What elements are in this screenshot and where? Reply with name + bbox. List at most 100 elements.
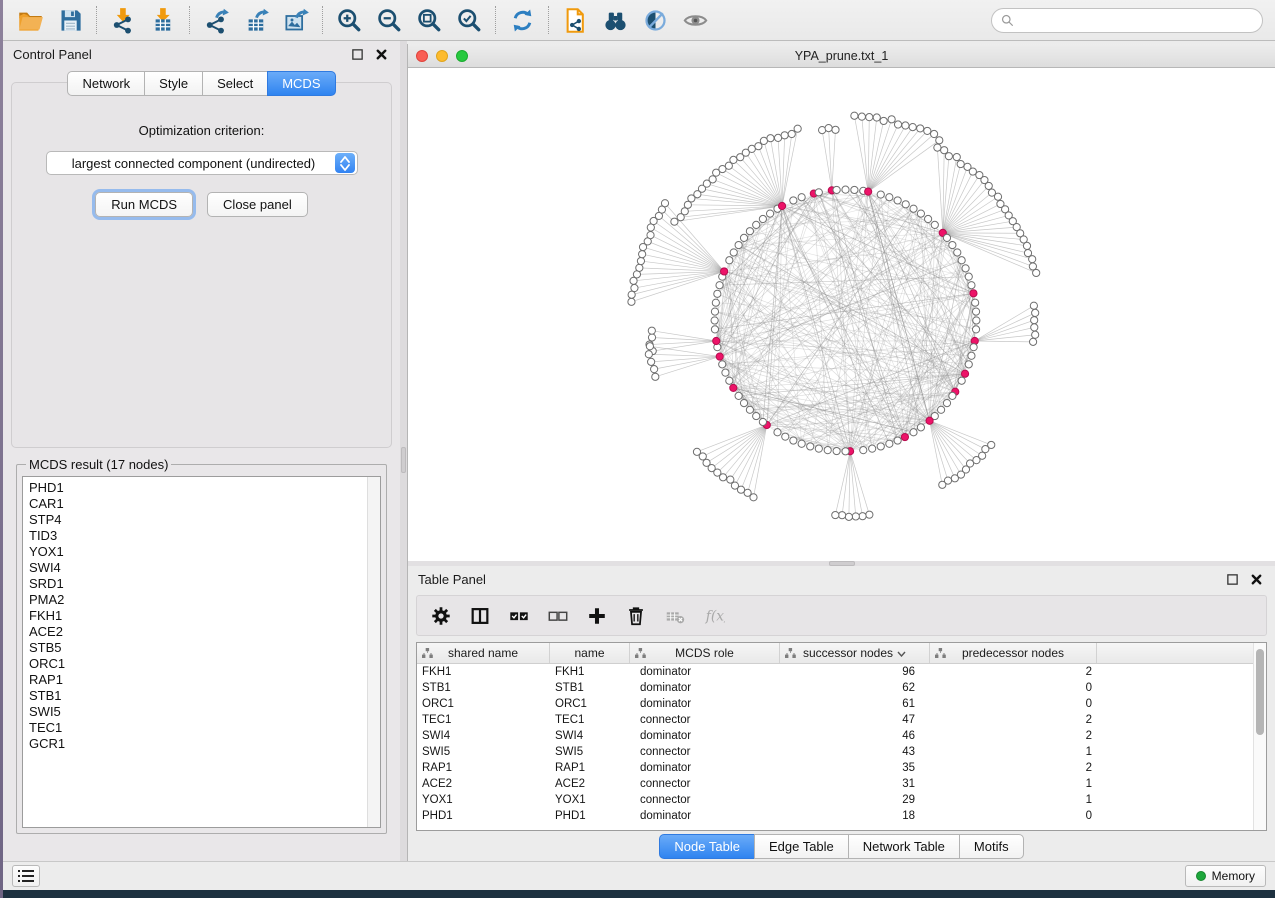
vertical-splitter[interactable] xyxy=(400,41,407,861)
horizontal-splitter[interactable] xyxy=(407,561,1275,566)
deselect-all-checkboxes-icon[interactable] xyxy=(546,604,570,628)
column-header-predecessor-nodes[interactable]: predecessor nodes xyxy=(930,643,1097,663)
mcds-result-item[interactable]: YOX1 xyxy=(29,544,380,560)
optimization-criterion-label: Optimization criterion: xyxy=(139,123,265,138)
open-folder-icon[interactable] xyxy=(15,5,45,35)
mcds-result-item[interactable]: RAP1 xyxy=(29,672,380,688)
zoom-selected-icon[interactable] xyxy=(454,5,484,35)
tab-node-table[interactable]: Node Table xyxy=(659,834,754,859)
table-row[interactable]: TEC1TEC1connector472 xyxy=(417,712,1253,728)
run-mcds-button[interactable]: Run MCDS xyxy=(95,192,193,217)
mcds-result-item[interactable]: TID3 xyxy=(29,528,380,544)
hide-graphics-detail-icon[interactable] xyxy=(640,5,670,35)
cell-MCDS-role: dominator xyxy=(630,810,780,822)
float-table-panel-icon[interactable] xyxy=(1223,570,1241,588)
table-row[interactable]: FKH1FKH1dominator962 xyxy=(417,664,1253,680)
main-area: Control Panel NetworkStyleSelectMCDS Opt… xyxy=(3,41,1275,861)
mcds-result-item[interactable]: SWI4 xyxy=(29,560,380,576)
cell-name: SWI4 xyxy=(550,730,630,742)
mcds-result-item[interactable]: STP4 xyxy=(29,512,380,528)
cell-shared-name: TEC1 xyxy=(417,714,550,726)
window-close-icon[interactable] xyxy=(416,50,428,62)
mcds-result-item[interactable]: ORC1 xyxy=(29,656,380,672)
function-builder-disabled-icon[interactable]: f(x) xyxy=(702,604,726,628)
table-row[interactable]: ORC1ORC1dominator610 xyxy=(417,696,1253,712)
table-row[interactable]: PHD1PHD1dominator180 xyxy=(417,808,1253,824)
table-row[interactable]: SWI5SWI5connector431 xyxy=(417,744,1253,760)
mcds-result-item[interactable]: CAR1 xyxy=(29,496,380,512)
cell-predecessor-nodes: 2 xyxy=(930,714,1097,726)
close-panel-icon[interactable] xyxy=(372,45,390,63)
gear-icon[interactable] xyxy=(429,604,453,628)
cell-predecessor-nodes: 2 xyxy=(930,730,1097,742)
zoom-fit-icon[interactable] xyxy=(414,5,444,35)
horizontal-splitter-handle[interactable] xyxy=(829,561,855,566)
zoom-in-icon[interactable] xyxy=(334,5,364,35)
mcds-result-item[interactable]: TEC1 xyxy=(29,720,380,736)
vertical-splitter-handle[interactable] xyxy=(401,447,406,473)
mcds-result-item[interactable]: STB5 xyxy=(29,640,380,656)
export-table-icon[interactable] xyxy=(241,5,271,35)
close-table-panel-icon[interactable] xyxy=(1247,570,1265,588)
window-zoom-icon[interactable] xyxy=(456,50,468,62)
add-column-icon[interactable] xyxy=(585,604,609,628)
tab-motifs[interactable]: Motifs xyxy=(959,834,1024,859)
mcds-result-item[interactable]: STB1 xyxy=(29,688,380,704)
table-scrollbar-thumb[interactable] xyxy=(1256,649,1264,735)
select-all-checkboxes-icon[interactable] xyxy=(507,604,531,628)
mcds-result-item[interactable]: SRD1 xyxy=(29,576,380,592)
mcds-result-item[interactable]: GCR1 xyxy=(29,736,380,752)
memory-button[interactable]: Memory xyxy=(1185,865,1266,887)
shared-column-icon xyxy=(635,647,646,661)
table-row[interactable]: STB1STB1dominator620 xyxy=(417,680,1253,696)
close-panel-button[interactable]: Close panel xyxy=(207,192,308,217)
search-box[interactable] xyxy=(991,8,1263,33)
tab-network[interactable]: Network xyxy=(67,71,144,96)
export-image-icon[interactable] xyxy=(281,5,311,35)
delete-column-icon[interactable] xyxy=(624,604,648,628)
cell-predecessor-nodes: 1 xyxy=(930,746,1097,758)
chevron-down-icon[interactable] xyxy=(897,646,906,660)
tab-network-table[interactable]: Network Table xyxy=(848,834,959,859)
optimization-criterion-select[interactable]: largest connected component (undirected) xyxy=(46,151,358,175)
mcds-result-item[interactable]: ACE2 xyxy=(29,624,380,640)
network-canvas[interactable] xyxy=(408,68,1275,561)
network-view[interactable] xyxy=(408,68,1275,561)
export-network-icon[interactable] xyxy=(201,5,231,35)
column-header-name[interactable]: name xyxy=(550,643,630,663)
mcds-list-scrollbar[interactable] xyxy=(367,477,380,827)
refresh-icon[interactable] xyxy=(507,5,537,35)
mcds-result-item[interactable]: SWI5 xyxy=(29,704,380,720)
zoom-out-icon[interactable] xyxy=(374,5,404,35)
column-header-successor-nodes[interactable]: successor nodes xyxy=(780,643,930,663)
binoculars-icon[interactable] xyxy=(600,5,630,35)
save-icon[interactable] xyxy=(55,5,85,35)
search-input[interactable] xyxy=(1019,13,1253,27)
split-columns-icon[interactable] xyxy=(468,604,492,628)
float-panel-icon[interactable] xyxy=(348,45,366,63)
mcds-result-item[interactable]: PHD1 xyxy=(29,480,380,496)
window-minimize-icon[interactable] xyxy=(436,50,448,62)
table-row[interactable]: ACE2ACE2connector311 xyxy=(417,776,1253,792)
column-header-shared-name[interactable]: shared name xyxy=(417,643,550,663)
table-scrollbar[interactable] xyxy=(1253,643,1266,830)
task-list-button[interactable] xyxy=(12,865,40,887)
tab-select[interactable]: Select xyxy=(202,71,267,96)
share-document-icon[interactable] xyxy=(560,5,590,35)
mcds-result-item[interactable]: PMA2 xyxy=(29,592,380,608)
tab-style[interactable]: Style xyxy=(144,71,202,96)
cell-successor-nodes: 31 xyxy=(780,778,930,790)
cell-shared-name: ORC1 xyxy=(417,698,550,710)
mcds-result-listbox[interactable]: PHD1CAR1STP4TID3YOX1SWI4SRD1PMA2FKH1ACE2… xyxy=(22,476,381,828)
import-network-icon[interactable] xyxy=(108,5,138,35)
tab-mcds[interactable]: MCDS xyxy=(267,71,335,96)
delete-table-disabled-icon[interactable] xyxy=(663,604,687,628)
import-table-icon[interactable] xyxy=(148,5,178,35)
tab-edge-table[interactable]: Edge Table xyxy=(754,834,848,859)
table-row[interactable]: SWI4SWI4dominator462 xyxy=(417,728,1253,744)
mcds-result-item[interactable]: FKH1 xyxy=(29,608,380,624)
column-header-MCDS-role[interactable]: MCDS role xyxy=(630,643,780,663)
eye-icon[interactable] xyxy=(680,5,710,35)
table-row[interactable]: YOX1YOX1connector291 xyxy=(417,792,1253,808)
table-row[interactable]: RAP1RAP1dominator352 xyxy=(417,760,1253,776)
